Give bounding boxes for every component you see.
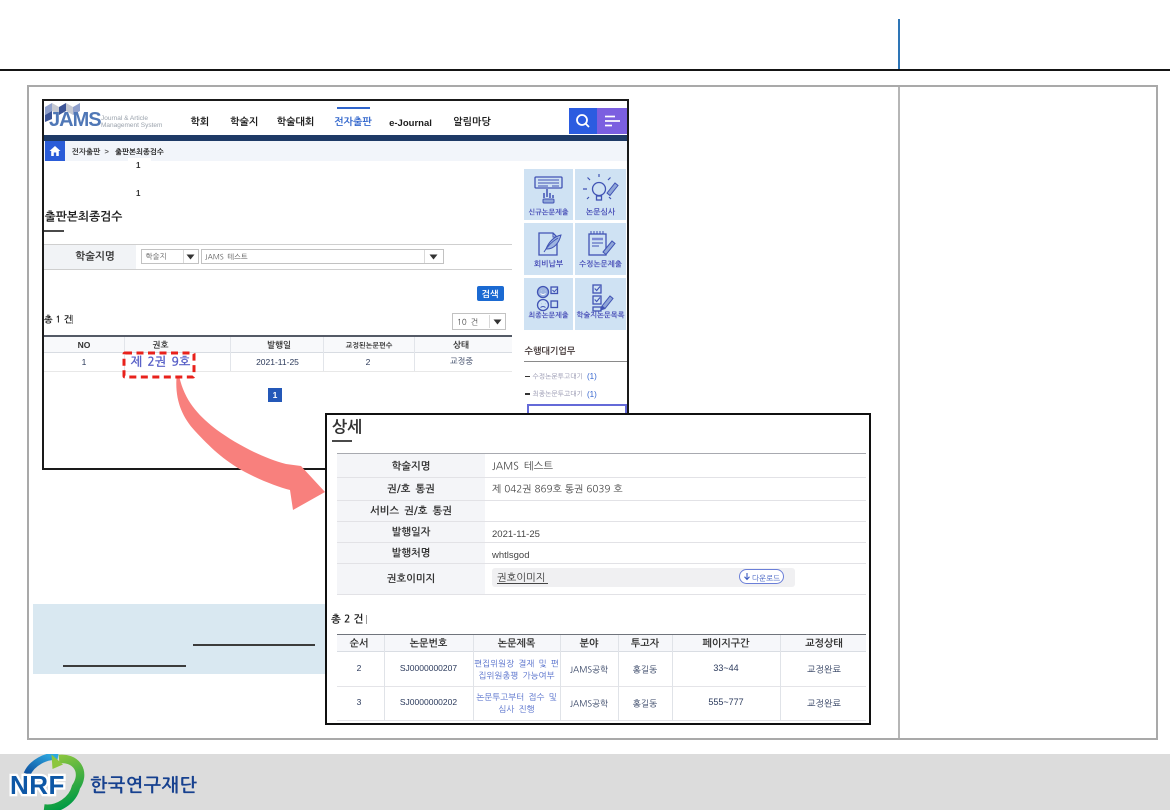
svg-text:NRF: NRF bbox=[10, 770, 65, 800]
